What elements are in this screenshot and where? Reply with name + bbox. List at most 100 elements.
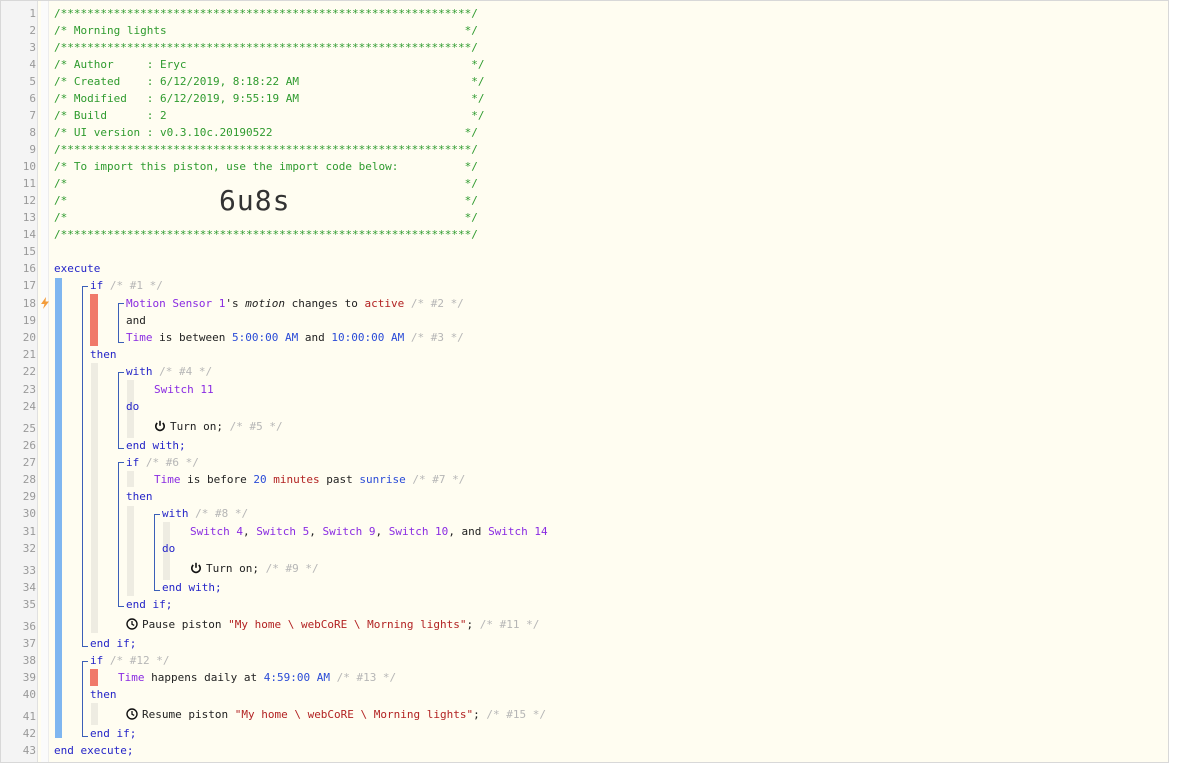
header-build-line: /* Build : 2 */ <box>54 109 485 122</box>
cond-bracket <box>118 308 119 337</box>
condition-time-before-sunrise[interactable]: Time is before 20 minutes past sunrise /… <box>154 471 465 488</box>
line-number: 24 <box>22 400 36 413</box>
clock-icon <box>126 618 138 630</box>
line-number: 21 <box>22 348 36 361</box>
line-number: 7 <box>29 109 36 122</box>
line-number: 22 <box>22 365 36 378</box>
with-statement-4[interactable]: with /* #4 */ <box>126 363 212 380</box>
header-ui-version-line: /* UI version : v0.3.10c.20190522 */ <box>54 126 478 139</box>
line-number: 6 <box>29 92 36 105</box>
line-number: 43 <box>22 744 36 757</box>
header-created-line: /* Created : 6/12/2019, 8:18:22 AM */ <box>54 75 485 88</box>
line-number: 30 <box>22 507 36 520</box>
and-operator[interactable]: and <box>126 312 146 329</box>
if-bracket-1-bottom <box>82 641 88 647</box>
then-keyword[interactable]: then <box>126 488 153 505</box>
execute-block-bar <box>55 278 62 738</box>
power-icon <box>155 420 165 432</box>
line-number: 37 <box>22 637 36 650</box>
line-number: 2 <box>29 24 36 37</box>
execute-keyword[interactable]: execute <box>54 260 100 277</box>
condition-time-between[interactable]: Time is between 5:00:00 AM and 10:00:00 … <box>126 329 464 346</box>
header-border-line: /***************************************… <box>54 7 478 20</box>
line-number: 27 <box>22 456 36 469</box>
then-lane <box>91 363 98 633</box>
inner-with-bracket <box>154 519 155 585</box>
if-bracket-2-bottom <box>82 731 88 737</box>
line-number: 34 <box>22 581 36 594</box>
line-number: 10 <box>22 160 36 173</box>
line-number: 9 <box>29 143 36 156</box>
line-number: 8 <box>29 126 36 139</box>
end-if-keyword[interactable]: end if; <box>90 725 136 742</box>
cond-lane <box>127 471 134 487</box>
trigger-bolt-icon <box>41 297 49 309</box>
line-number: 5 <box>29 75 36 88</box>
then-keyword[interactable]: then <box>90 346 117 363</box>
task-turn-on-9[interactable]: Turn on; /* #9 */ <box>190 560 319 577</box>
line-number: 35 <box>22 598 36 611</box>
gutter-marker-column <box>41 1 49 762</box>
if-statement-12[interactable]: if /* #12 */ <box>90 652 169 669</box>
header-author-line: /* Author : Eryc */ <box>54 58 485 71</box>
line-number: 4 <box>29 58 36 71</box>
device-switch-11[interactable]: Switch 11 <box>154 381 214 398</box>
line-number: 31 <box>22 525 36 538</box>
line-number: 38 <box>22 654 36 667</box>
line-number: 13 <box>22 211 36 224</box>
then-lane-2 <box>91 703 98 725</box>
line-number: 16 <box>22 262 36 275</box>
device-switch-list[interactable]: Switch 4, Switch 5, Switch 9, Switch 10,… <box>190 523 548 540</box>
if-bracket-1 <box>82 291 83 641</box>
end-with-keyword[interactable]: end with; <box>162 579 222 596</box>
header-import-note-line: /* To import this piston, use the import… <box>54 160 478 173</box>
header-modified-line: /* Modified : 6/12/2019, 9:55:19 AM */ <box>54 92 485 105</box>
task-turn-on-5[interactable]: Turn on; /* #5 */ <box>154 418 283 435</box>
end-with-keyword[interactable]: end with; <box>126 437 186 454</box>
do-keyword[interactable]: do <box>162 540 175 557</box>
clock-icon <box>126 708 138 720</box>
task-pause-piston-11[interactable]: Pause piston "My home \ webCoRE \ Mornin… <box>126 616 539 633</box>
then-keyword[interactable]: then <box>90 686 117 703</box>
line-number: 41 <box>22 710 36 723</box>
line-number: 3 <box>29 41 36 54</box>
inner-if-bracket-bottom <box>118 601 124 607</box>
inner-if-bracket <box>118 467 119 601</box>
line-number: 12 <box>22 194 36 207</box>
line-number: 1 <box>29 7 36 20</box>
import-code[interactable]: 6u8s <box>219 184 290 217</box>
end-execute-keyword[interactable]: end execute; <box>54 742 133 759</box>
inner-with-bracket-bottom <box>154 585 160 591</box>
end-if-keyword[interactable]: end if; <box>90 635 136 652</box>
line-number: 33 <box>22 564 36 577</box>
line-number: 39 <box>22 671 36 684</box>
inner-then-lane <box>127 506 134 596</box>
line-number: 11 <box>22 177 36 190</box>
header-title-line: /* Morning lights */ <box>54 24 478 37</box>
condition-bar-2 <box>90 669 98 686</box>
end-if-keyword[interactable]: end if; <box>126 596 172 613</box>
if-statement-1[interactable]: if /* #1 */ <box>90 277 163 294</box>
task-resume-piston-15[interactable]: Resume piston "My home \ webCoRE \ Morni… <box>126 706 546 723</box>
line-number: 15 <box>22 245 36 258</box>
line-number: 25 <box>22 422 36 435</box>
condition-motion[interactable]: Motion Sensor 1's motion changes to acti… <box>126 295 464 312</box>
do-keyword[interactable]: do <box>126 398 139 415</box>
header-border-line: /***************************************… <box>54 41 478 54</box>
line-number: 42 <box>22 727 36 740</box>
line-number: 40 <box>22 688 36 701</box>
condition-time-daily[interactable]: Time happens daily at 4:59:00 AM /* #13 … <box>118 669 396 686</box>
line-number: 28 <box>22 473 36 486</box>
line-number: 29 <box>22 490 36 503</box>
header-border-line: /***************************************… <box>54 143 478 156</box>
line-number: 17 <box>22 279 36 292</box>
if-statement-6[interactable]: if /* #6 */ <box>126 454 199 471</box>
with-statement-8[interactable]: with /* #8 */ <box>162 505 248 522</box>
line-number-gutter: 1 2 3 4 5 6 7 8 9 10 11 12 13 14 15 16 17 18 19 20 21 22 23 24 2… <box>1 1 38 762</box>
piston-code-editor: 1 2 3 4 5 6 7 8 9 10 11 12 13 14 15 16 17 18 19 20 21 22 23 24 2… <box>0 0 1169 763</box>
line-number: 14 <box>22 228 36 241</box>
line-number: 23 <box>22 383 36 396</box>
with-bracket <box>118 377 119 443</box>
line-number: 19 <box>22 314 36 327</box>
line-number: 26 <box>22 439 36 452</box>
